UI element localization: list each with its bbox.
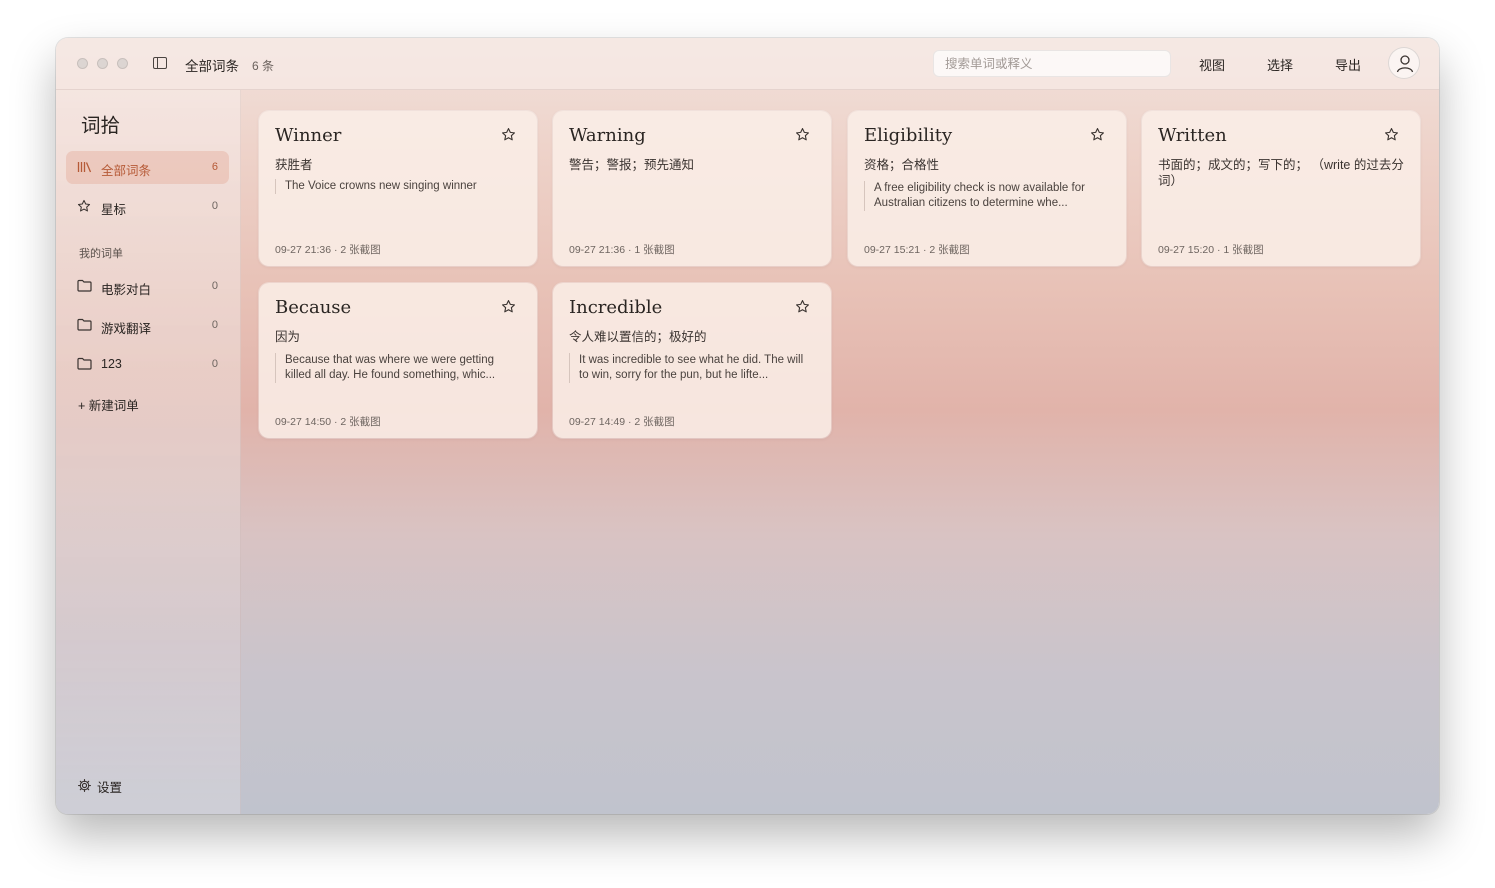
card-meta: 09-27 21:36 · 2 张截图 [275, 244, 381, 256]
word-card[interactable]: Winner 获胜者 The Voice crowns new singing … [259, 111, 537, 266]
sidebar-item-label: 游戏翻译 [101, 322, 152, 336]
word-card[interactable]: Because 因为 Because that was where we wer… [259, 283, 537, 438]
section-title-my-lists: 我的词单 [79, 248, 123, 260]
card-definition: 资格；合格性 [864, 158, 940, 172]
card-word: Written [1158, 125, 1227, 146]
zoom-window-button[interactable] [117, 58, 128, 69]
sidebar-item-label: 星标 [101, 203, 127, 217]
star-icon[interactable] [795, 127, 810, 142]
card-example-text: It was incredible to see what he did. Th… [579, 354, 804, 381]
card-example: A free eligibility check is now availabl… [864, 181, 1110, 211]
folder-icon [77, 279, 92, 292]
card-definition: 因为 [275, 330, 301, 344]
user-icon [1396, 55, 1414, 73]
word-card[interactable]: Written 书面的；成文的；写下的； （write 的过去分词） 09-27… [1142, 111, 1420, 266]
sidebar: 词拾 全部词条 6 星标 0 我的词单 电影对白 0 游戏翻译 0 123 0 … [56, 90, 241, 814]
view-button[interactable]: 视图 [1199, 55, 1225, 74]
card-meta: 09-27 14:50 · 2 张截图 [275, 416, 381, 428]
sidebar-item-starred[interactable]: 星标 0 [66, 190, 229, 223]
card-meta: 09-27 21:36 · 1 张截图 [569, 244, 675, 256]
minimize-window-button[interactable] [97, 58, 108, 69]
close-window-button[interactable] [77, 58, 88, 69]
sidebar-toggle-icon[interactable] [153, 57, 167, 69]
word-card[interactable]: Warning 警告；警报；预先通知 09-27 21:36 · 1 张截图 [553, 111, 831, 266]
star-icon[interactable] [501, 299, 516, 314]
card-definition: 书面的；成文的；写下的； （write 的过去分词） [1158, 158, 1404, 188]
star-icon[interactable] [795, 299, 810, 314]
library-icon [77, 162, 92, 173]
export-button[interactable]: 导出 [1335, 55, 1361, 74]
folder-icon [77, 318, 92, 331]
folder-icon [77, 357, 92, 370]
new-list-button[interactable]: + 新建词单 [78, 395, 139, 414]
sidebar-item-count: 0 [211, 319, 218, 331]
card-word: Winner [275, 125, 342, 146]
sidebar-item-list-123[interactable]: 123 0 [66, 348, 229, 381]
card-example-text: A free eligibility check is now availabl… [874, 182, 1085, 209]
card-definition: 警告；警报；预先通知 [569, 158, 695, 172]
word-card[interactable]: Eligibility 资格；合格性 A free eligibility ch… [848, 111, 1126, 266]
search-input[interactable] [933, 50, 1171, 77]
app-name: 词拾 [81, 114, 121, 137]
card-meta: 09-27 14:49 · 2 张截图 [569, 416, 675, 428]
select-button[interactable]: 选择 [1267, 55, 1293, 74]
sidebar-item-list-movie-dialogue[interactable]: 电影对白 0 [66, 270, 229, 303]
star-icon[interactable] [1384, 127, 1399, 142]
sidebar-item-label: 全部词条 [101, 164, 152, 178]
card-meta: 09-27 15:20 · 1 张截图 [1158, 244, 1264, 256]
card-meta: 09-27 15:21 · 2 张截图 [864, 244, 970, 256]
card-definition: 获胜者 [275, 158, 313, 172]
entry-count: 6 条 [252, 59, 275, 73]
card-definition: 令人难以置信的；极好的 [569, 330, 707, 344]
settings-label: 设置 [97, 781, 123, 795]
title-bar: 全部词条 6 条 视图 选择 导出 [56, 38, 1439, 90]
window-title: 全部词条 [185, 59, 239, 74]
card-word: Incredible [569, 297, 663, 318]
gear-icon [78, 779, 91, 792]
card-word: Because [275, 297, 352, 318]
sidebar-item-count: 6 [211, 161, 218, 173]
star-icon[interactable] [501, 127, 516, 142]
avatar[interactable] [1388, 47, 1420, 79]
card-example: Because that was where we were getting k… [275, 353, 521, 383]
card-word: Eligibility [864, 125, 953, 146]
card-example-text: Because that was where we were getting k… [285, 354, 496, 381]
app-window: 全部词条 6 条 视图 选择 导出 词拾 全部词条 6 [56, 38, 1439, 814]
star-icon[interactable] [1090, 127, 1105, 142]
sidebar-item-label: 123 [101, 357, 122, 371]
card-example-text: The Voice crowns new singing winner [285, 180, 477, 192]
sidebar-item-count: 0 [211, 200, 218, 212]
card-example: The Voice crowns new singing winner [275, 179, 521, 194]
sidebar-item-all-entries[interactable]: 全部词条 6 [66, 151, 229, 184]
sidebar-item-list-game-translation[interactable]: 游戏翻译 0 [66, 309, 229, 342]
card-word: Warning [569, 125, 646, 146]
sidebar-item-count: 0 [211, 280, 218, 292]
card-example: It was incredible to see what he did. Th… [569, 353, 815, 383]
word-card[interactable]: Incredible 令人难以置信的；极好的 It was incredible… [553, 283, 831, 438]
star-icon [77, 199, 91, 212]
sidebar-item-count: 0 [211, 358, 218, 370]
sidebar-item-label: 电影对白 [101, 283, 152, 297]
